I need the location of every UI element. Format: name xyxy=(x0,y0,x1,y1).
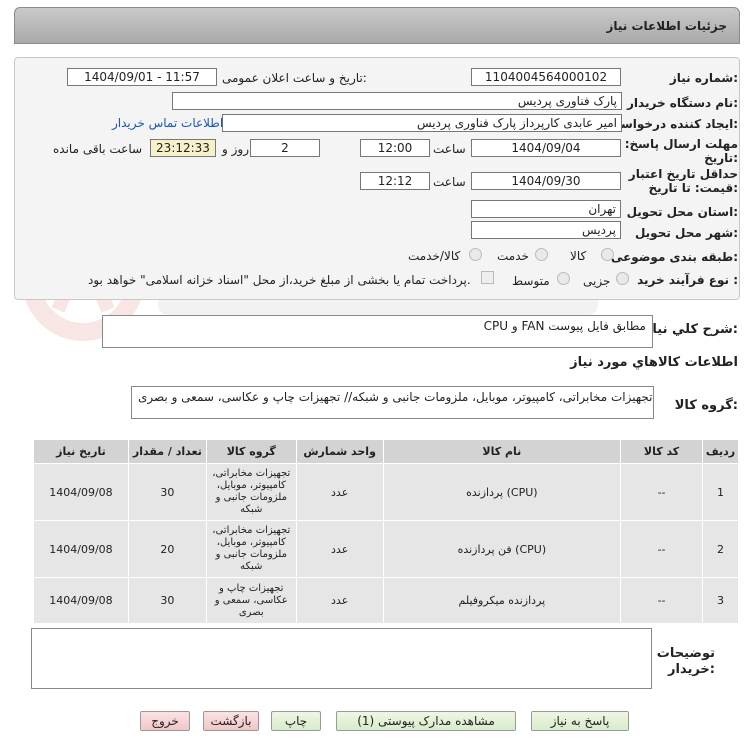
page-title: جزئیات اطلاعات نیاز xyxy=(606,19,727,33)
cell-name: پردازنده میکروفیلم xyxy=(382,577,622,624)
cell-row: 3 xyxy=(701,577,740,624)
process-option-medium: متوسط xyxy=(512,274,550,288)
header-row-number: ردیف xyxy=(701,439,740,464)
category-radio-service[interactable] xyxy=(535,248,548,261)
cell-code: -- xyxy=(620,577,703,624)
need-number-label: شماره نیاز: xyxy=(669,71,738,85)
city-field: پردیس xyxy=(471,221,621,239)
goods-section-title: اطلاعات کالاهاي مورد نياز xyxy=(570,355,738,370)
items-table: تاریخ نیاز تعداد / مقدار گروه کالا واحد … xyxy=(33,439,740,624)
cell-qty: 30 xyxy=(127,463,207,521)
treasury-payment-note: پرداخت تمام یا بخشی از مبلغ خرید،از محل … xyxy=(88,273,471,287)
buyer-notes-label-2: خریدار: xyxy=(668,662,715,677)
cell-unit: عدد xyxy=(295,520,384,578)
validity-label: حداقل تاریخ اعتبار xyxy=(628,167,738,181)
deadline-date-field: 1404/09/04 xyxy=(471,139,621,157)
process-option-partial: جزیی xyxy=(583,274,611,288)
goods-group-textarea: تجهیزات مخابراتی، کامپیوتر، موبایل، ملزو… xyxy=(131,386,654,419)
cell-code: -- xyxy=(620,520,703,578)
summary-label: شرح کلي نياز: xyxy=(644,322,738,337)
city-label: شهر محل تحویل: xyxy=(634,226,738,240)
buyer-contact-link[interactable]: اطلاعات تماس خریدار xyxy=(112,116,223,130)
creator-label: ایجاد کننده درخواست: xyxy=(608,117,738,131)
back-button[interactable]: بازگشت xyxy=(203,711,259,731)
header-goods-group: گروه کالا xyxy=(205,439,297,464)
cell-row: 1 xyxy=(701,463,740,521)
province-field: تهران xyxy=(471,200,621,218)
buyer-org-field: پارک فناوری پردیس xyxy=(172,92,622,110)
reply-to-need-button[interactable]: پاسخ به نیاز xyxy=(531,711,629,731)
cell-qty: 20 xyxy=(127,520,207,578)
print-button[interactable]: چاپ xyxy=(271,711,321,731)
cell-row: 2 xyxy=(701,520,740,578)
buyer-org-label: نام دستگاه خریدار: xyxy=(627,96,738,110)
cell-code: -- xyxy=(620,463,703,521)
category-option-service: خدمت xyxy=(497,249,529,263)
process-radio-medium[interactable] xyxy=(557,272,570,285)
cell-date: 1404/09/08 xyxy=(33,577,129,624)
remaining-time-field: 23:12:33 xyxy=(150,139,216,157)
cell-group: تجهیزات مخابراتی، کامپیوتر، موبایل، ملزو… xyxy=(205,520,297,578)
validity-label-date: قیمت: تا تاریخ: xyxy=(648,181,738,195)
header-need-date: تاریخ نیاز xyxy=(33,439,129,464)
view-attachments-button[interactable]: مشاهده مدارک پیوستی (1) xyxy=(336,711,516,731)
days-remaining-field: 2 xyxy=(250,139,320,157)
header-goods-code: کد کالا xyxy=(620,439,703,464)
table-row: 1404/09/08 30 تجهیزات چاپ و عکاسی، سمعی … xyxy=(33,577,740,624)
header-quantity: تعداد / مقدار xyxy=(127,439,207,464)
cell-unit: عدد xyxy=(295,463,384,521)
announce-date-label: تاریخ و ساعت اعلان عمومی: xyxy=(222,71,367,85)
days-label: روز و xyxy=(222,142,249,156)
category-option-both: کالا/خدمت xyxy=(408,249,461,263)
deadline-time-field: 12:00 xyxy=(360,139,430,157)
cell-date: 1404/09/08 xyxy=(33,463,129,521)
process-label: نوع فرآیند خرید : xyxy=(637,273,738,287)
cell-name: پردازنده (CPU) xyxy=(382,463,622,521)
table-header-row: تاریخ نیاز تعداد / مقدار گروه کالا واحد … xyxy=(33,439,740,464)
cell-date: 1404/09/08 xyxy=(33,520,129,578)
deadline-label: مهلت ارسال پاسخ: تا xyxy=(611,137,739,151)
cell-group: تجهیزات مخابراتی، کامپیوتر، موبایل، ملزو… xyxy=(205,463,297,521)
province-label: استان محل تحویل: xyxy=(626,205,738,219)
cell-unit: عدد xyxy=(295,577,384,624)
cell-group: تجهیزات چاپ و عکاسی، سمعی و بصری xyxy=(205,577,297,624)
process-radio-partial[interactable] xyxy=(616,272,629,285)
category-radio-both[interactable] xyxy=(469,248,482,261)
cell-name: فن پردازنده (CPU) xyxy=(382,520,622,578)
validity-time-label: ساعت xyxy=(433,175,466,189)
announce-date-field: 1404/09/01 - 11:57 xyxy=(67,68,217,86)
table-row: 1404/09/08 20 تجهیزات مخابراتی، کامپیوتر… xyxy=(33,520,740,578)
validity-time-field: 12:12 xyxy=(360,172,430,190)
category-label: طبقه بندی موضوعی: xyxy=(610,250,738,264)
category-option-goods: کالا xyxy=(570,249,587,263)
creator-field: امیر عابدی کارپرداز پارک فناوری پردیس xyxy=(222,114,622,132)
header-unit: واحد شمارش xyxy=(295,439,384,464)
validity-date-field: 1404/09/30 xyxy=(471,172,621,190)
buyer-notes-textarea[interactable] xyxy=(31,628,652,689)
treasury-payment-checkbox[interactable] xyxy=(481,271,494,284)
remaining-time-label: ساعت باقی مانده xyxy=(53,142,143,156)
summary-textarea: CPU و FAN مطابق فایل پیوست xyxy=(102,315,653,348)
title-bar: جزئیات اطلاعات نیاز xyxy=(14,7,740,44)
goods-group-label: گروه کالا: xyxy=(674,398,738,413)
table-row: 1404/09/08 30 تجهیزات مخابراتی، کامپیوتر… xyxy=(33,463,740,521)
exit-button[interactable]: خروج xyxy=(140,711,190,731)
cell-qty: 30 xyxy=(127,577,207,624)
need-number-field: 1104004564000102 xyxy=(471,68,621,86)
deadline-time-label: ساعت xyxy=(433,142,466,156)
category-radio-goods[interactable] xyxy=(601,248,614,261)
header-goods-name: نام کالا xyxy=(382,439,622,464)
deadline-label-date: تاریخ: xyxy=(704,151,738,165)
buyer-notes-label: توضیحات xyxy=(656,646,715,661)
